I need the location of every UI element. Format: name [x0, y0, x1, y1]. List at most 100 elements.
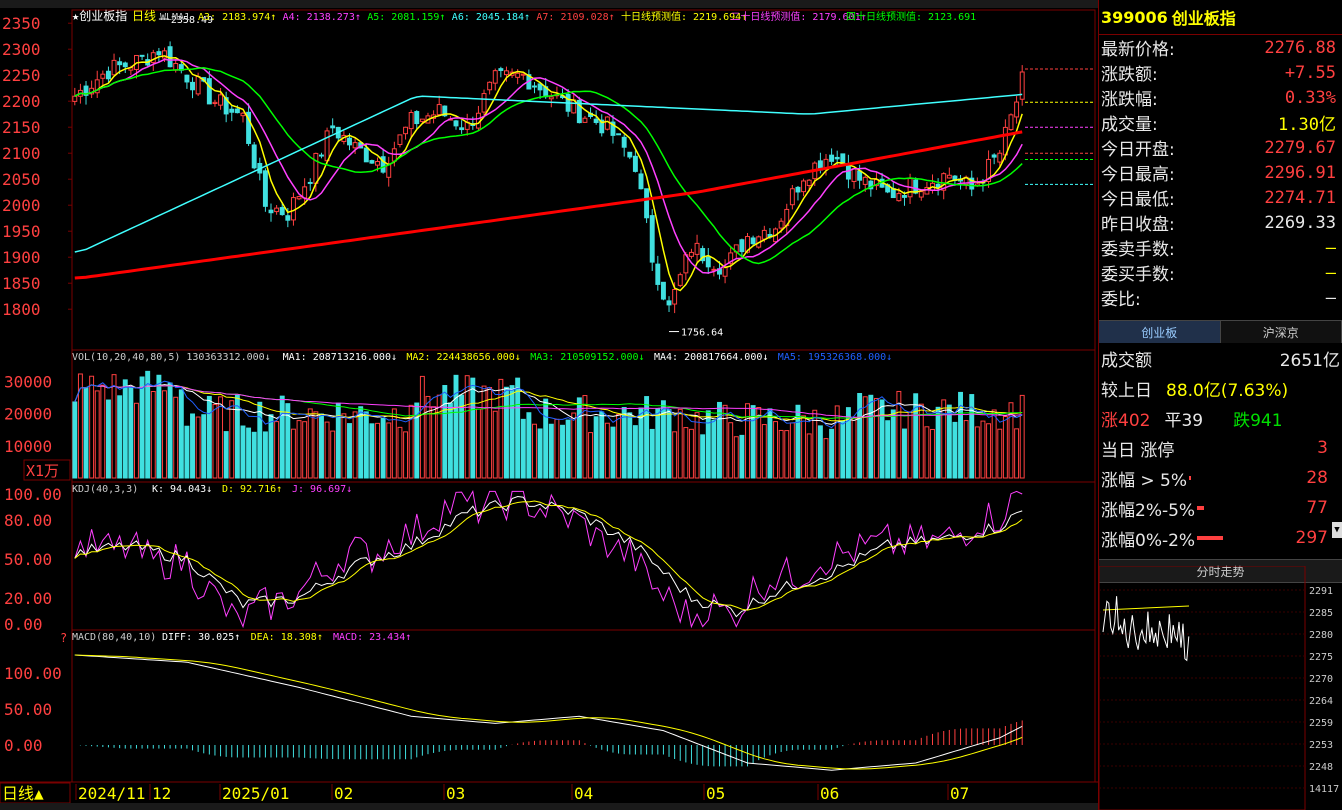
volume-bar: [560, 424, 565, 479]
kdj-line: [74, 500, 1023, 611]
quote-value: —: [1325, 262, 1336, 283]
ma-value: A7: 2109.028↑: [536, 12, 614, 23]
candle-body: [801, 180, 807, 193]
volume-bar: [700, 434, 706, 479]
quote-label: 委比:: [1101, 290, 1141, 310]
candle-body: [761, 229, 767, 240]
volume-bar: [806, 433, 812, 479]
kdj-line: [74, 495, 1023, 618]
volume-bar: [1019, 394, 1025, 479]
candle-body: [806, 179, 812, 186]
volume-bar: [201, 414, 207, 479]
candle-body: [150, 52, 156, 63]
candle-body: [330, 125, 336, 129]
candle-body: [694, 242, 700, 255]
intraday-tick-label: 14117: [1309, 784, 1339, 795]
volume-ma-value: MA5: 195326368.000↓: [778, 352, 892, 363]
volume-bar: [77, 373, 83, 479]
candle-body: [72, 95, 78, 102]
intraday-tick-label: 2270: [1309, 674, 1333, 685]
volume-bar: [302, 421, 308, 479]
candle-body: [324, 130, 330, 162]
stock-name: 创业板指: [1171, 9, 1236, 28]
candle-body: [268, 209, 274, 214]
candle-body: [487, 81, 493, 91]
candle-body: [313, 152, 319, 184]
top-tab-strip: [0, 0, 1098, 8]
quote-header: 399006 创业板指: [1099, 0, 1342, 35]
candle-body: [279, 207, 285, 216]
volume-bar: [655, 408, 661, 479]
intraday-chart[interactable]: 2291 2285 2280 2275 2270 2264 2259 2253 2248 1411…: [1099, 566, 1342, 810]
volume-bar: [739, 434, 745, 479]
r02-value: 297: [1295, 528, 1328, 548]
candle-body: [532, 85, 537, 88]
volume-ma-value: MA1: 208713216.000↓: [283, 352, 397, 363]
volume-bar: [369, 423, 375, 479]
gt5-value: 28: [1306, 468, 1328, 488]
volume-bar: [246, 427, 252, 479]
volume-bar: [952, 421, 958, 479]
limit-up-value: 3: [1317, 438, 1328, 458]
tab-chinext[interactable]: 创业板: [1099, 321, 1221, 343]
y-tick-label: 1950: [2, 222, 41, 241]
volume-bar: [139, 376, 145, 479]
y-tick-label: 20.00: [4, 589, 52, 608]
volume-bar: [503, 386, 509, 479]
volume-bar: [571, 412, 577, 479]
y-tick-label: 100.00: [4, 664, 62, 683]
candle-body: [705, 256, 711, 268]
volume-bar: [150, 391, 156, 479]
volume-bar: [717, 401, 722, 479]
volume-bar: [834, 405, 840, 479]
volume-bar: [537, 428, 543, 479]
volume-bar: [851, 416, 857, 479]
volume-bar: [722, 404, 728, 479]
scroll-down-icon[interactable]: ▼: [1332, 522, 1342, 538]
volume-bar: [318, 413, 324, 479]
candle-body: [100, 73, 106, 79]
volume-bar: [627, 412, 633, 479]
candle-body: [139, 54, 145, 57]
volume-bar: [997, 428, 1003, 479]
date-label: 2025/01: [222, 784, 289, 803]
period-label: 日线: [132, 9, 156, 23]
volume-bar: [117, 395, 123, 479]
intraday-tick-label: 2248: [1309, 762, 1333, 773]
tab-hs-bj[interactable]: 沪深京: [1220, 321, 1342, 343]
candle-body: [229, 108, 235, 113]
volume-bar: [548, 423, 554, 479]
volume-bar: [672, 431, 678, 479]
volume-bar: [761, 424, 767, 479]
candle-body: [660, 281, 666, 300]
kline-chart-area[interactable]: 2350 2300 2250 2200 2150 2100 2050 2000 1950 1900…: [0, 0, 1098, 810]
candle-body: [503, 70, 509, 76]
y-tick-label: 100.00: [4, 485, 62, 504]
volume-bar: [907, 411, 913, 479]
volume-bar: [773, 421, 779, 479]
candle-body: [481, 93, 487, 113]
volume-bar: [475, 408, 481, 479]
candle-body: [789, 188, 795, 206]
volume-bar: [745, 403, 750, 479]
volume-bar: [122, 379, 128, 479]
volume-bar: [862, 396, 868, 479]
candle-body: [582, 117, 588, 123]
quote-row: 委比: —: [1099, 285, 1342, 311]
quote-row: 最新价格: 2276.88: [1099, 35, 1342, 61]
volume-bar: [621, 407, 627, 479]
volume-bar: [375, 422, 380, 479]
quote-value: 0.33%: [1284, 87, 1336, 108]
y-tick-label: 2350: [2, 14, 41, 33]
y-tick-label: 0.00: [4, 615, 43, 634]
macd-line: [74, 654, 1023, 771]
volume-bar: [274, 421, 280, 479]
volume-bar: [279, 395, 285, 479]
volume-bar: [386, 422, 392, 479]
volume-unit: X1万: [26, 462, 59, 480]
intraday-tick-label: 2253: [1309, 740, 1333, 751]
quote-row: 委买手数: —: [1099, 260, 1342, 286]
volume-bar: [156, 374, 162, 479]
low-label: 1756.64: [681, 328, 723, 339]
volume-bar: [94, 390, 100, 479]
